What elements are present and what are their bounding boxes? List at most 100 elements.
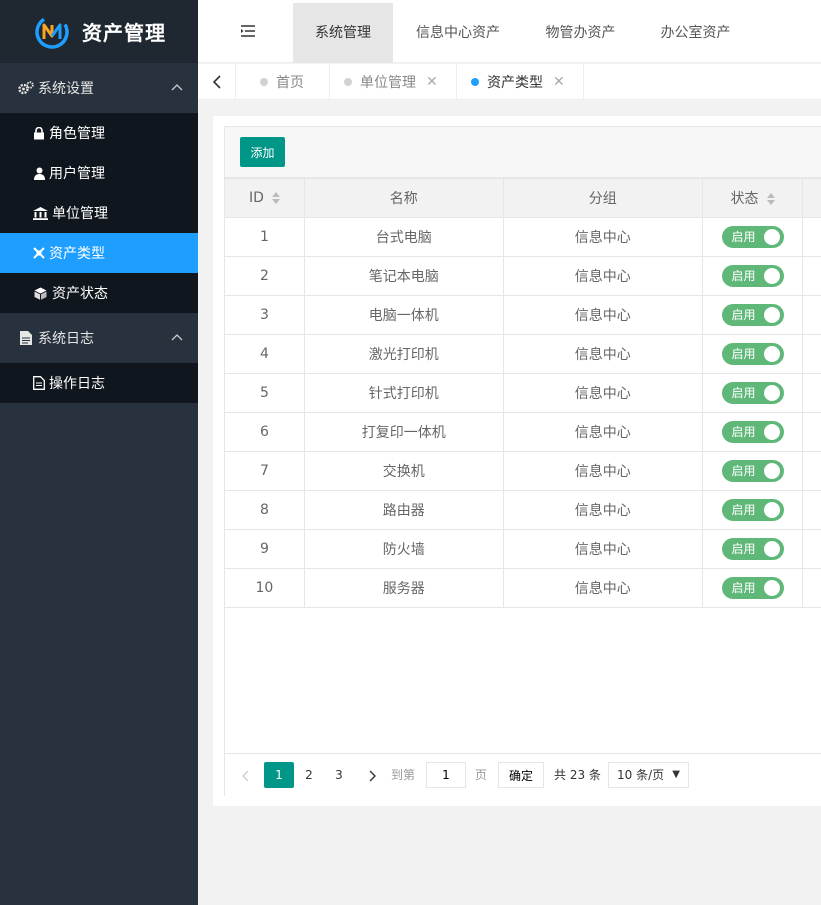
status-switch[interactable]: 启用 <box>721 265 784 287</box>
chevron-right-icon <box>369 770 376 781</box>
sidebar-submenu-system-settings: 角色管理 用户管理 单位管理 资产类型 资产状态 <box>0 113 198 313</box>
table-row: 5 针式打印机 信息中心 启用 <box>225 373 821 413</box>
sidebar-item-users[interactable]: 用户管理 <box>0 153 198 193</box>
page-button-3[interactable]: 3 <box>324 762 354 788</box>
prev-page-button[interactable] <box>235 762 255 788</box>
status-switch[interactable]: 启用 <box>721 577 784 599</box>
page-button-2[interactable]: 2 <box>294 762 324 788</box>
header-tab-property[interactable]: 物管办资产 <box>528 3 633 63</box>
sidebar-group-system-settings[interactable]: 系统设置 <box>0 63 198 113</box>
header-tab-office[interactable]: 办公室资产 <box>643 3 748 63</box>
cell-name: 交换机 <box>303 451 504 491</box>
page-unit-label: 页 <box>475 768 488 782</box>
cell-status: 启用 <box>701 490 804 530</box>
sidebar-item-asset-types[interactable]: 资产类型 <box>0 233 198 273</box>
caret-down-icon: ▼ <box>672 769 680 780</box>
sidebar-item-label: 操作日志 <box>49 376 105 392</box>
column-header-extra <box>802 178 821 218</box>
sidebar-item-label: 用户管理 <box>49 166 105 182</box>
switch-knob <box>763 229 780 245</box>
cell-status: 启用 <box>701 412 804 452</box>
sidebar: 资产管理 系统设置 角色管理 用户管理 单位管理 资产类型 资产状态 系统日志 … <box>0 0 198 905</box>
sidebar-item-roles[interactable]: 角色管理 <box>0 113 198 153</box>
cube-icon <box>32 286 49 300</box>
cell-extra <box>802 217 821 257</box>
status-switch[interactable]: 启用 <box>721 226 784 248</box>
header-tab-info-center[interactable]: 信息中心资产 <box>398 3 518 63</box>
table-row: 1 台式电脑 信息中心 启用 <box>225 217 821 257</box>
status-switch[interactable]: 启用 <box>721 499 784 521</box>
switch-label: 启用 <box>731 464 756 478</box>
cell-extra <box>802 529 821 569</box>
cell-group: 信息中心 <box>502 568 703 608</box>
column-header-status[interactable]: 状态 <box>701 178 804 218</box>
sidebar-item-operation-log[interactable]: 操作日志 <box>0 363 198 403</box>
cell-group: 信息中心 <box>502 217 703 257</box>
switch-knob <box>763 268 780 284</box>
tabs-prev-button[interactable] <box>198 64 236 100</box>
column-header-name: 名称 <box>303 178 504 218</box>
page-tab-home[interactable]: 首页 <box>236 64 330 100</box>
table-row: 10 服务器 信息中心 启用 <box>225 568 821 608</box>
status-switch[interactable]: 启用 <box>721 421 784 443</box>
table-row: 6 打复印一体机 信息中心 启用 <box>225 412 821 452</box>
cell-id: 9 <box>225 529 305 569</box>
status-switch[interactable]: 启用 <box>721 343 784 365</box>
cell-extra <box>802 451 821 491</box>
header-tab-system[interactable]: 系统管理 <box>293 3 393 63</box>
switch-knob <box>763 541 780 557</box>
cell-id: 5 <box>225 373 305 413</box>
status-switch[interactable]: 启用 <box>721 304 784 326</box>
lock-icon <box>32 126 46 140</box>
cell-extra <box>802 412 821 452</box>
sidebar-item-asset-status[interactable]: 资产状态 <box>0 273 198 313</box>
chevron-up-icon <box>171 84 183 91</box>
confirm-button[interactable]: 确定 <box>498 762 544 788</box>
page-size-select[interactable]: 10 条/页 ▼ <box>608 762 689 788</box>
bank-icon <box>32 206 49 220</box>
cell-status: 启用 <box>701 529 804 569</box>
close-icon[interactable]: ✕ <box>426 74 438 90</box>
menu-toggle-icon[interactable] <box>240 24 256 38</box>
next-page-button[interactable] <box>363 762 383 788</box>
sidebar-item-label: 单位管理 <box>52 206 108 222</box>
sidebar-group-label: 系统日志 <box>38 331 94 347</box>
column-header-group: 分组 <box>502 178 703 218</box>
page-tab-asset-types[interactable]: 资产类型 ✕ <box>457 64 584 100</box>
cell-name: 激光打印机 <box>303 334 504 374</box>
chevron-up-icon <box>171 334 183 341</box>
table-row: 2 笔记本电脑 信息中心 启用 <box>225 256 821 296</box>
cell-status: 启用 <box>701 295 804 335</box>
status-switch[interactable]: 启用 <box>721 538 784 560</box>
cell-group: 信息中心 <box>502 373 703 413</box>
column-header-id[interactable]: ID <box>225 178 305 218</box>
switch-knob <box>763 580 780 596</box>
tab-dot-icon <box>471 78 479 86</box>
table-row: 9 防火墙 信息中心 启用 <box>225 529 821 569</box>
page-tab-units[interactable]: 单位管理 ✕ <box>330 64 457 100</box>
status-switch[interactable]: 启用 <box>721 460 784 482</box>
status-switch[interactable]: 启用 <box>721 382 784 404</box>
sidebar-item-units[interactable]: 单位管理 <box>0 193 198 233</box>
user-icon <box>32 166 46 180</box>
close-icon[interactable]: ✕ <box>553 74 565 90</box>
switch-knob <box>763 385 780 401</box>
asset-type-table: ID 名称 分组 状态 1 台式电脑 信息中心 启用 2 笔记本电脑 信息中心 启用 3 电脑一体… <box>225 178 821 608</box>
cell-group: 信息中心 <box>502 529 703 569</box>
cell-id: 7 <box>225 451 305 491</box>
cell-id: 2 <box>225 256 305 296</box>
switch-knob <box>763 307 780 323</box>
cell-status: 启用 <box>701 568 804 608</box>
page-button-1[interactable]: 1 <box>264 762 294 788</box>
app-title: 资产管理 <box>82 21 166 45</box>
chevron-left-icon <box>212 75 221 89</box>
cell-name: 服务器 <box>303 568 504 608</box>
add-button[interactable]: 添加 <box>240 137 285 167</box>
cell-group: 信息中心 <box>502 451 703 491</box>
table-row: 4 激光打印机 信息中心 启用 <box>225 334 821 374</box>
goto-page-input[interactable] <box>426 762 466 788</box>
cell-name: 针式打印机 <box>303 373 504 413</box>
sidebar-group-system-log[interactable]: 系统日志 <box>0 313 198 363</box>
switch-knob <box>763 502 780 518</box>
page-tabs-bar: 首页 单位管理 ✕ 资产类型 ✕ <box>198 64 821 100</box>
